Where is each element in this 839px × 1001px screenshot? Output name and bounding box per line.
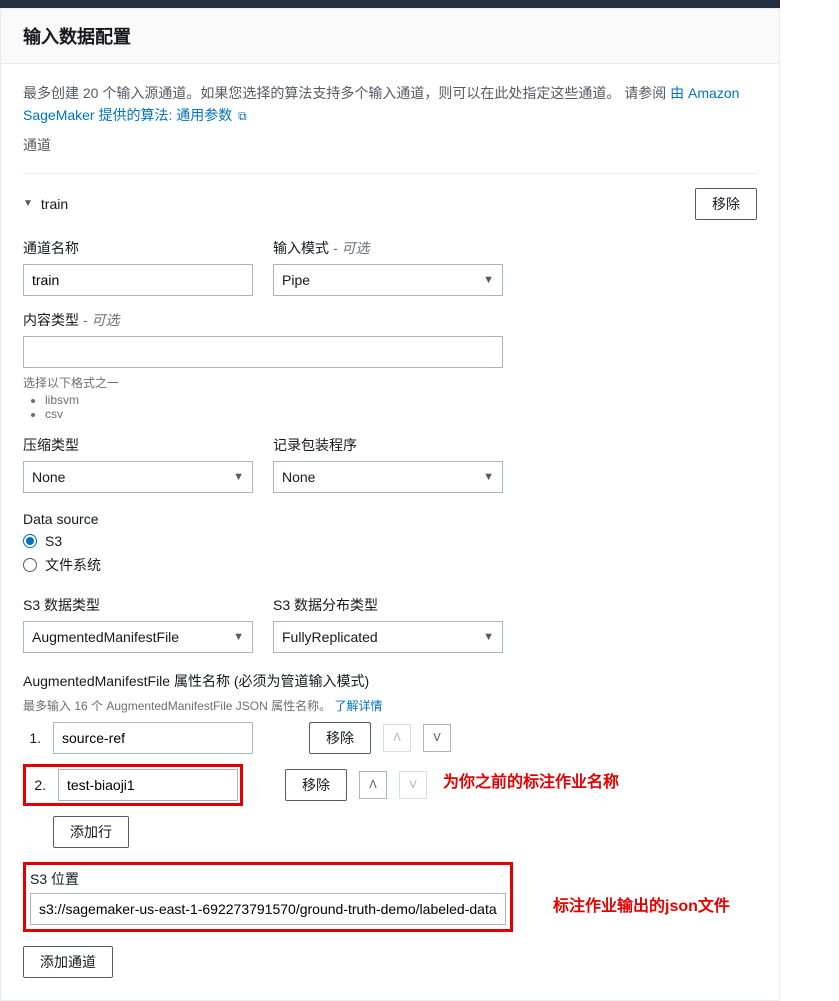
input-data-config-panel: 输入数据配置 最多创建 20 个输入源通道。如果您选择的算法支持多个输入通道，则… (0, 8, 780, 1001)
content-type-field: 内容类型 - 可选 选择以下格式之一 libsvm csv (23, 310, 503, 421)
s3-location-input[interactable] (30, 893, 506, 925)
content-type-hint: 选择以下格式之一 libsvm csv (23, 374, 503, 421)
input-mode-value: Pipe (282, 272, 310, 288)
s3-location-label: S3 位置 (30, 869, 506, 889)
s3-data-type-label: S3 数据类型 (23, 595, 253, 615)
channels-subhead: 通道 (23, 135, 757, 155)
annotation-box: S3 位置 (23, 862, 513, 932)
remove-channel-button[interactable]: 移除 (695, 188, 757, 220)
panel-footer: 添加通道 (23, 946, 757, 978)
external-link-icon: ⧉ (238, 109, 247, 123)
remove-attr-button[interactable]: 移除 (309, 722, 371, 754)
intro-text-body: 最多创建 20 个输入源通道。如果您选择的算法支持多个输入通道，则可以在此处指定… (23, 85, 666, 101)
intro-text: 最多创建 20 个输入源通道。如果您选择的算法支持多个输入通道，则可以在此处指定… (23, 82, 757, 127)
record-wrap-field: 记录包装程序 None ▼ (273, 435, 503, 493)
move-down-button: ᐯ (399, 771, 427, 799)
annotation-box: 2. (23, 764, 243, 806)
channel-form: 通道名称 输入模式 - 可选 Pipe ▼ 内容类型 (23, 238, 757, 653)
channel-toggle[interactable]: ▼ train (23, 196, 68, 212)
chevron-down-icon: ᐯ (433, 731, 441, 744)
compression-select[interactable]: None ▼ (23, 461, 253, 493)
data-source-s3-label: S3 (45, 533, 62, 549)
annotation-text: 标注作业输出的json文件 (553, 892, 730, 916)
input-mode-field: 输入模式 - 可选 Pipe ▼ (273, 238, 503, 296)
caret-down-icon: ▼ (233, 471, 244, 483)
format-option: libsvm (45, 393, 503, 407)
s3-location-block: S3 位置 标注作业输出的json文件 (23, 862, 757, 932)
attr-input[interactable] (53, 722, 253, 754)
channel-section: ▼ train 移除 通道名称 输入模式 - 可选 Pipe (23, 173, 757, 932)
compression-value: None (32, 469, 65, 485)
input-mode-label: 输入模式 - 可选 (273, 238, 503, 258)
radio-icon (23, 534, 37, 548)
panel-body: 最多创建 20 个输入源通道。如果您选择的算法支持多个输入通道，则可以在此处指定… (1, 64, 779, 1000)
attr-index: 2. (28, 777, 46, 793)
attr-list: 1. 移除 ᐱ ᐯ 2. (23, 722, 757, 848)
s3-data-type-select[interactable]: AugmentedManifestFile ▼ (23, 621, 253, 653)
caret-down-icon: ▼ (23, 198, 33, 209)
chevron-up-icon: ᐱ (393, 731, 401, 744)
move-up-button: ᐱ (383, 724, 411, 752)
s3-data-type-field: S3 数据类型 AugmentedManifestFile ▼ (23, 595, 253, 653)
s3-dist-type-label: S3 数据分布类型 (273, 595, 503, 615)
content-type-label: 内容类型 - 可选 (23, 310, 503, 330)
attr-title: AugmentedManifestFile 属性名称 (必须为管道输入模式) (23, 671, 757, 691)
s3-data-type-value: AugmentedManifestFile (32, 629, 179, 645)
data-source-fs-label: 文件系统 (45, 555, 101, 575)
caret-down-icon: ▼ (483, 471, 494, 483)
format-option: csv (45, 407, 503, 421)
chevron-down-icon: ᐯ (409, 778, 417, 791)
channel-name-label: 通道名称 (23, 238, 253, 258)
caret-down-icon: ▼ (483, 274, 494, 286)
s3-dist-type-field: S3 数据分布类型 FullyReplicated ▼ (273, 595, 503, 653)
compression-label: 压缩类型 (23, 435, 253, 455)
attr-row: 1. 移除 ᐱ ᐯ (23, 722, 757, 754)
data-source-fs[interactable]: 文件系统 (23, 555, 503, 575)
attribute-names-block: AugmentedManifestFile 属性名称 (必须为管道输入模式) 最… (23, 671, 757, 848)
add-channel-button[interactable]: 添加通道 (23, 946, 113, 978)
input-mode-select[interactable]: Pipe ▼ (273, 264, 503, 296)
s3-dist-type-value: FullyReplicated (282, 629, 378, 645)
channel-name-title: train (41, 196, 68, 212)
channel-name-field: 通道名称 (23, 238, 253, 296)
attr-index: 1. (23, 730, 41, 746)
add-row-button[interactable]: 添加行 (53, 816, 129, 848)
caret-down-icon: ▼ (233, 631, 244, 643)
record-wrap-label: 记录包装程序 (273, 435, 503, 455)
attr-input[interactable] (58, 769, 238, 801)
data-source-s3[interactable]: S3 (23, 533, 503, 549)
record-wrap-value: None (282, 469, 315, 485)
attr-row: 2. 移除 ᐱ ᐯ 为你之前的标注作业名称 (23, 764, 757, 806)
chevron-up-icon: ᐱ (369, 778, 377, 791)
annotation-text: 为你之前的标注作业名称 (443, 768, 619, 792)
compression-field: 压缩类型 None ▼ (23, 435, 253, 493)
data-source-field: Data source S3 文件系统 (23, 511, 503, 581)
channel-name-input[interactable] (23, 264, 253, 296)
attr-hint: 最多输入 16 个 AugmentedManifestFile JSON 属性名… (23, 697, 757, 714)
content-type-input[interactable] (23, 336, 503, 368)
s3-dist-type-select[interactable]: FullyReplicated ▼ (273, 621, 503, 653)
radio-icon (23, 558, 37, 572)
move-up-button[interactable]: ᐱ (359, 771, 387, 799)
panel-title: 输入数据配置 (23, 23, 757, 49)
top-nav-bar (0, 0, 780, 8)
panel-header: 输入数据配置 (1, 9, 779, 64)
learn-more-link[interactable]: 了解详情 (334, 699, 382, 713)
data-source-label: Data source (23, 511, 503, 527)
move-down-button[interactable]: ᐯ (423, 724, 451, 752)
caret-down-icon: ▼ (483, 631, 494, 643)
remove-attr-button[interactable]: 移除 (285, 769, 347, 801)
record-wrap-select[interactable]: None ▼ (273, 461, 503, 493)
